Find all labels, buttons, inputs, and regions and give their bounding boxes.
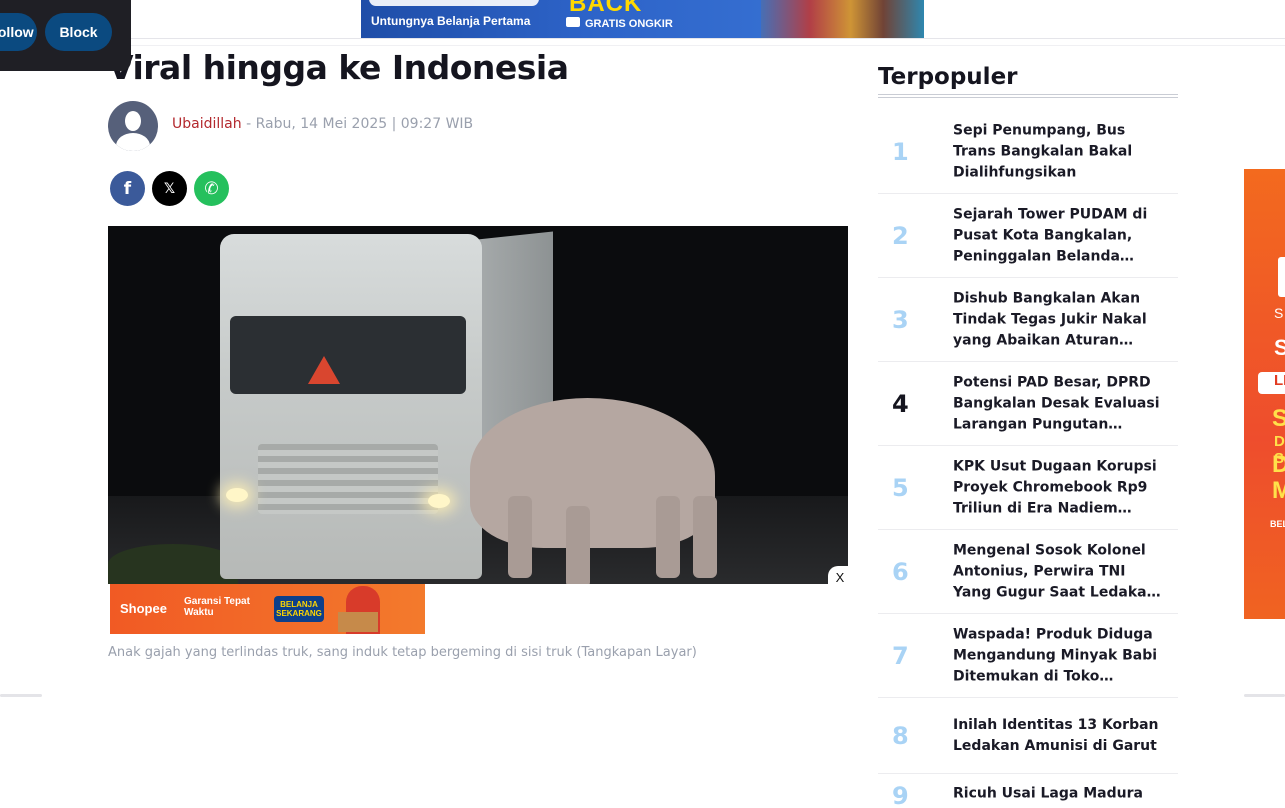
x-icon: 𝕏 xyxy=(163,180,176,197)
sidebar-title-rule xyxy=(878,94,1178,98)
block-button[interactable]: Block xyxy=(45,13,112,51)
popular-item[interactable]: 8 Inilah Identitas 13 Korban Ledakan Amu… xyxy=(878,698,1178,774)
ad-text-se: SE xyxy=(1272,405,1285,432)
photo-windshield xyxy=(230,316,466,394)
whatsapp-icon: ✆ xyxy=(204,178,219,199)
ad-cta-button[interactable]: BELANJA SEKARANG xyxy=(274,596,324,622)
popular-title-link[interactable]: Sejarah Tower PUDAM di Pusat Kota Bangka… xyxy=(953,204,1163,267)
right-side-ad[interactable]: S Sh LI SE DI S DIS MU BELAN xyxy=(1244,169,1285,619)
author-link[interactable]: Ubaidillah xyxy=(172,116,242,132)
ad-text-belanja: BELAN xyxy=(1270,519,1285,529)
ad-text-s: S xyxy=(1274,305,1284,321)
photo-bushes xyxy=(108,544,238,584)
popular-item[interactable]: 3 Dishub Bangkalan Akan Tindak Tegas Juk… xyxy=(878,278,1178,362)
follow-button[interactable]: Follow xyxy=(0,13,37,51)
popular-item[interactable]: 4 Potensi PAD Besar, DPRD Bangkalan Desa… xyxy=(878,362,1178,446)
follow-block-popup: Follow Block xyxy=(0,0,131,71)
shopee-logo: Shopee xyxy=(120,601,167,616)
article-photo xyxy=(108,226,848,584)
popular-title-link[interactable]: Mengenal Sosok Kolonel Antonius, Perwira… xyxy=(953,540,1163,603)
popular-rank: 8 xyxy=(892,721,909,750)
top-ad-banner[interactable]: Untungnya Belanja Pertama BACK GRATIS ON… xyxy=(361,0,924,38)
header-divider-2 xyxy=(0,45,1285,46)
ad-text-mu: MU xyxy=(1272,477,1285,504)
popular-item[interactable]: 5 KPK Usut Dugaan Korupsi Proyek Chromeb… xyxy=(878,446,1178,530)
photo-headlight-right xyxy=(428,494,450,508)
popular-rank: 2 xyxy=(892,221,909,250)
popular-item[interactable]: 1 Sepi Penumpang, Bus Trans Bangkalan Ba… xyxy=(878,110,1178,194)
photo-elephant-leg xyxy=(656,496,680,578)
edge-divider-right xyxy=(1244,694,1285,697)
photo-elephant-leg xyxy=(566,506,590,584)
popular-title-link[interactable]: Ricuh Usai Laga Madura xyxy=(953,784,1163,805)
popular-rank: 5 xyxy=(892,473,909,502)
edge-divider-left xyxy=(0,694,42,697)
ad-garansi-text: Garansi Tepat Waktu xyxy=(184,596,250,618)
avatar-head-shape xyxy=(125,111,141,131)
popular-item[interactable]: 6 Mengenal Sosok Kolonel Antonius, Perwi… xyxy=(878,530,1178,614)
follow-label: Follow xyxy=(0,24,34,40)
x-share-button[interactable]: 𝕏 xyxy=(152,171,187,206)
facebook-share-button[interactable]: f xyxy=(110,171,145,206)
ad-big-text: BACK xyxy=(569,0,643,17)
photo-warning-triangle xyxy=(308,356,340,384)
header-divider xyxy=(0,38,1285,39)
ad-logo-shape xyxy=(1278,257,1285,297)
popular-item[interactable]: 2 Sejarah Tower PUDAM di Pusat Kota Bang… xyxy=(878,194,1178,278)
ad-box-image xyxy=(338,612,378,632)
popular-title-link[interactable]: Dishub Bangkalan Akan Tindak Tegas Jukir… xyxy=(953,288,1163,351)
photo-elephant-leg xyxy=(508,496,532,578)
ad-brand-strip xyxy=(369,0,539,6)
author-avatar[interactable] xyxy=(108,101,158,151)
delivery-truck-icon xyxy=(566,17,580,27)
popular-title-link[interactable]: Potensi PAD Besar, DPRD Bangkalan Desak … xyxy=(953,372,1163,435)
popular-title-link[interactable]: Sepi Penumpang, Bus Trans Bangkalan Baka… xyxy=(953,120,1163,183)
close-ad-button[interactable]: X xyxy=(828,566,852,588)
ad-products-image xyxy=(761,0,924,38)
popular-title-link[interactable]: KPK Usut Dugaan Korupsi Proyek Chromeboo… xyxy=(953,456,1163,519)
avatar-body-shape xyxy=(116,133,150,151)
article-date: - Rabu, 14 Mei 2025 | 09:27 WIB xyxy=(241,116,474,132)
popular-item[interactable]: 9 Ricuh Usai Laga Madura xyxy=(878,776,1178,808)
ad-headline: Untungnya Belanja Pertama xyxy=(371,14,531,28)
sidebar-title: Terpopuler xyxy=(878,64,1018,90)
shopee-ad-banner[interactable]: Shopee Garansi Tepat Waktu BELANJA SEKAR… xyxy=(110,584,425,634)
popular-title-link[interactable]: Inilah Identitas 13 Korban Ledakan Amuni… xyxy=(953,715,1163,757)
popular-rank: 4 xyxy=(892,389,909,418)
photo-headlight-left xyxy=(226,488,248,502)
article-headline: Viral hingga ke Indonesia xyxy=(108,48,569,87)
popular-rank: 7 xyxy=(892,641,909,670)
photo-caption: Anak gajah yang terlindas truk, sang ind… xyxy=(108,645,697,660)
popular-rank: 6 xyxy=(892,557,909,586)
photo-truck-cab xyxy=(220,234,482,579)
ad-badge: LI xyxy=(1258,372,1285,394)
popular-rank: 1 xyxy=(892,137,909,166)
facebook-icon: f xyxy=(123,178,132,199)
popular-title-link[interactable]: Waspada! Produk Diduga Mengandung Minyak… xyxy=(953,624,1163,687)
photo-grille xyxy=(258,444,438,514)
ad-ongkir: GRATIS ONGKIR xyxy=(585,18,673,30)
ad-text-dis: DIS xyxy=(1272,451,1285,478)
article-byline: Ubaidillah - Rabu, 14 Mei 2025 | 09:27 W… xyxy=(172,116,473,132)
whatsapp-share-button[interactable]: ✆ xyxy=(194,171,229,206)
ad-text-sh: Sh xyxy=(1274,335,1285,360)
popular-rank: 3 xyxy=(892,305,909,334)
popular-rank: 9 xyxy=(892,782,909,808)
popular-item[interactable]: 7 Waspada! Produk Diduga Mengandung Miny… xyxy=(878,614,1178,698)
photo-elephant-leg xyxy=(693,496,717,578)
